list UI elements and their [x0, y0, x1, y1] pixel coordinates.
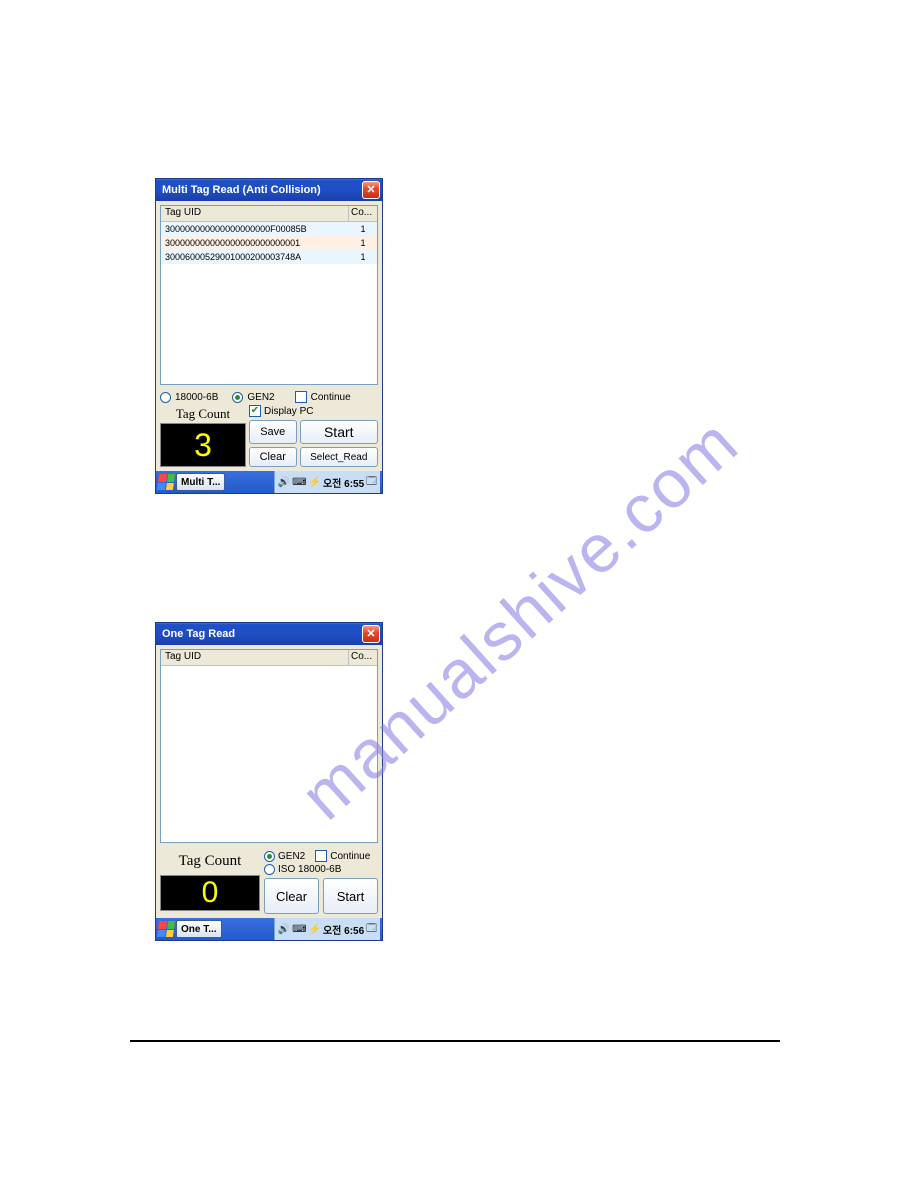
- col-tag-uid[interactable]: Tag UID: [161, 206, 349, 221]
- cell-uid: 30006000529001000200003748A: [161, 252, 349, 262]
- window-one-tag-read: One Tag Read ✕ Tag UID Co... Tag Count 0…: [155, 622, 383, 941]
- taskbar: Multi T... 🔊 ⌨ ⚡ 오전 6:55 🗔: [156, 471, 382, 493]
- tagcount-left: Tag Count 3: [160, 405, 246, 467]
- cell-uid: 300000000000000000000F00085B: [161, 224, 349, 234]
- button-row: Clear Start: [264, 878, 378, 914]
- cell-count: 1: [349, 224, 377, 234]
- titlebar[interactable]: Multi Tag Read (Anti Collision) ✕: [156, 179, 382, 201]
- radio-label: GEN2: [278, 851, 305, 862]
- checkbox-label: Continue: [311, 392, 351, 403]
- tagcount-area: Tag Count 3 ✔ Display PC Save Start Clea…: [156, 405, 382, 471]
- taskbar-app-button[interactable]: Multi T...: [176, 473, 225, 491]
- tag-list: Tag UID Co... 300000000000000000000F0008…: [160, 205, 378, 385]
- start-button[interactable]: Start: [323, 878, 378, 914]
- left-column: Tag Count 0: [160, 850, 260, 914]
- close-icon[interactable]: ✕: [362, 625, 380, 643]
- table-row[interactable]: 30006000529001000200003748A 1: [161, 250, 377, 264]
- save-button[interactable]: Save: [249, 420, 297, 444]
- checkbox-continue[interactable]: [295, 391, 307, 403]
- checkbox-continue[interactable]: [315, 850, 327, 862]
- taskbar: One T... 🔊 ⌨ ⚡ 오전 6:56 🗔: [156, 918, 382, 940]
- col-tag-uid[interactable]: Tag UID: [161, 650, 349, 665]
- table-row[interactable]: 300000000000000000000000001 1: [161, 236, 377, 250]
- checkbox-label: Continue: [330, 851, 370, 862]
- bolt-icon[interactable]: ⚡: [309, 924, 321, 935]
- window-multi-tag-read: Multi Tag Read (Anti Collision) ✕ Tag UI…: [155, 178, 383, 494]
- keyboard-icon[interactable]: ⌨: [292, 477, 306, 488]
- window-title: Multi Tag Read (Anti Collision): [162, 184, 362, 196]
- protocol-row: 18000-6B GEN2 Continue: [156, 389, 382, 405]
- clear-button[interactable]: Clear: [264, 878, 319, 914]
- tray-time: 오전 6:56: [323, 922, 364, 937]
- titlebar[interactable]: One Tag Read ✕: [156, 623, 382, 645]
- tagcount-label: Tag Count: [160, 405, 246, 423]
- bolt-icon[interactable]: ⚡: [309, 477, 321, 488]
- button-grid: Save Start Clear Select_Read: [249, 420, 378, 467]
- desktop-icon[interactable]: 🗔: [366, 921, 377, 938]
- col-count[interactable]: Co...: [349, 206, 377, 221]
- protocol-radios: GEN2 Continue ISO 18000-6B: [264, 850, 378, 875]
- list-header: Tag UID Co...: [161, 650, 377, 666]
- right-column: GEN2 Continue ISO 18000-6B Clear Start: [264, 850, 378, 914]
- list-body: 300000000000000000000F00085B 1 300000000…: [161, 222, 377, 384]
- start-button[interactable]: Start: [300, 420, 378, 444]
- start-icon[interactable]: [157, 921, 175, 937]
- radio-18000-6b[interactable]: [160, 392, 171, 403]
- cell-count: 1: [349, 252, 377, 262]
- list-body: [161, 666, 377, 842]
- tray-icon[interactable]: 🔊: [278, 924, 290, 935]
- right-controls: ✔ Display PC Save Start Clear Select_Rea…: [249, 405, 378, 467]
- desktop-icon[interactable]: 🗔: [366, 474, 377, 491]
- cell-uid: 300000000000000000000000001: [161, 238, 349, 248]
- col-count[interactable]: Co...: [349, 650, 377, 665]
- table-row[interactable]: 300000000000000000000F00085B 1: [161, 222, 377, 236]
- radio-iso18000-6b[interactable]: [264, 864, 275, 875]
- cell-count: 1: [349, 238, 377, 248]
- keyboard-icon[interactable]: ⌨: [292, 924, 306, 935]
- close-icon[interactable]: ✕: [362, 181, 380, 199]
- select-read-button[interactable]: Select_Read: [300, 447, 378, 467]
- radio-gen2[interactable]: [232, 392, 243, 403]
- tray-icon[interactable]: 🔊: [278, 477, 290, 488]
- window-title: One Tag Read: [162, 628, 362, 640]
- start-icon[interactable]: [157, 474, 175, 490]
- system-tray[interactable]: 🔊 ⌨ ⚡ 오전 6:55 🗔: [274, 471, 380, 493]
- taskbar-app-button[interactable]: One T...: [176, 920, 222, 938]
- tray-time: 오전 6:55: [323, 475, 364, 490]
- controls-area: Tag Count 0 GEN2 Continue ISO 18000-6B C…: [156, 847, 382, 918]
- checkbox-display-pc[interactable]: ✔: [249, 405, 261, 417]
- tagcount-label: Tag Count: [160, 850, 260, 873]
- tagcount-display: 3: [160, 423, 246, 467]
- clear-button[interactable]: Clear: [249, 447, 297, 467]
- radio-gen2[interactable]: [264, 851, 275, 862]
- radio-label: ISO 18000-6B: [278, 864, 341, 875]
- system-tray[interactable]: 🔊 ⌨ ⚡ 오전 6:56 🗔: [274, 918, 380, 940]
- list-header: Tag UID Co...: [161, 206, 377, 222]
- tag-list: Tag UID Co...: [160, 649, 378, 843]
- checkbox-label: Display PC: [264, 406, 313, 417]
- radio-label: GEN2: [247, 392, 274, 403]
- horizontal-rule: [130, 1040, 780, 1042]
- display-pc-row: ✔ Display PC: [249, 405, 378, 417]
- radio-label: 18000-6B: [175, 392, 218, 403]
- tagcount-display: 0: [160, 875, 260, 911]
